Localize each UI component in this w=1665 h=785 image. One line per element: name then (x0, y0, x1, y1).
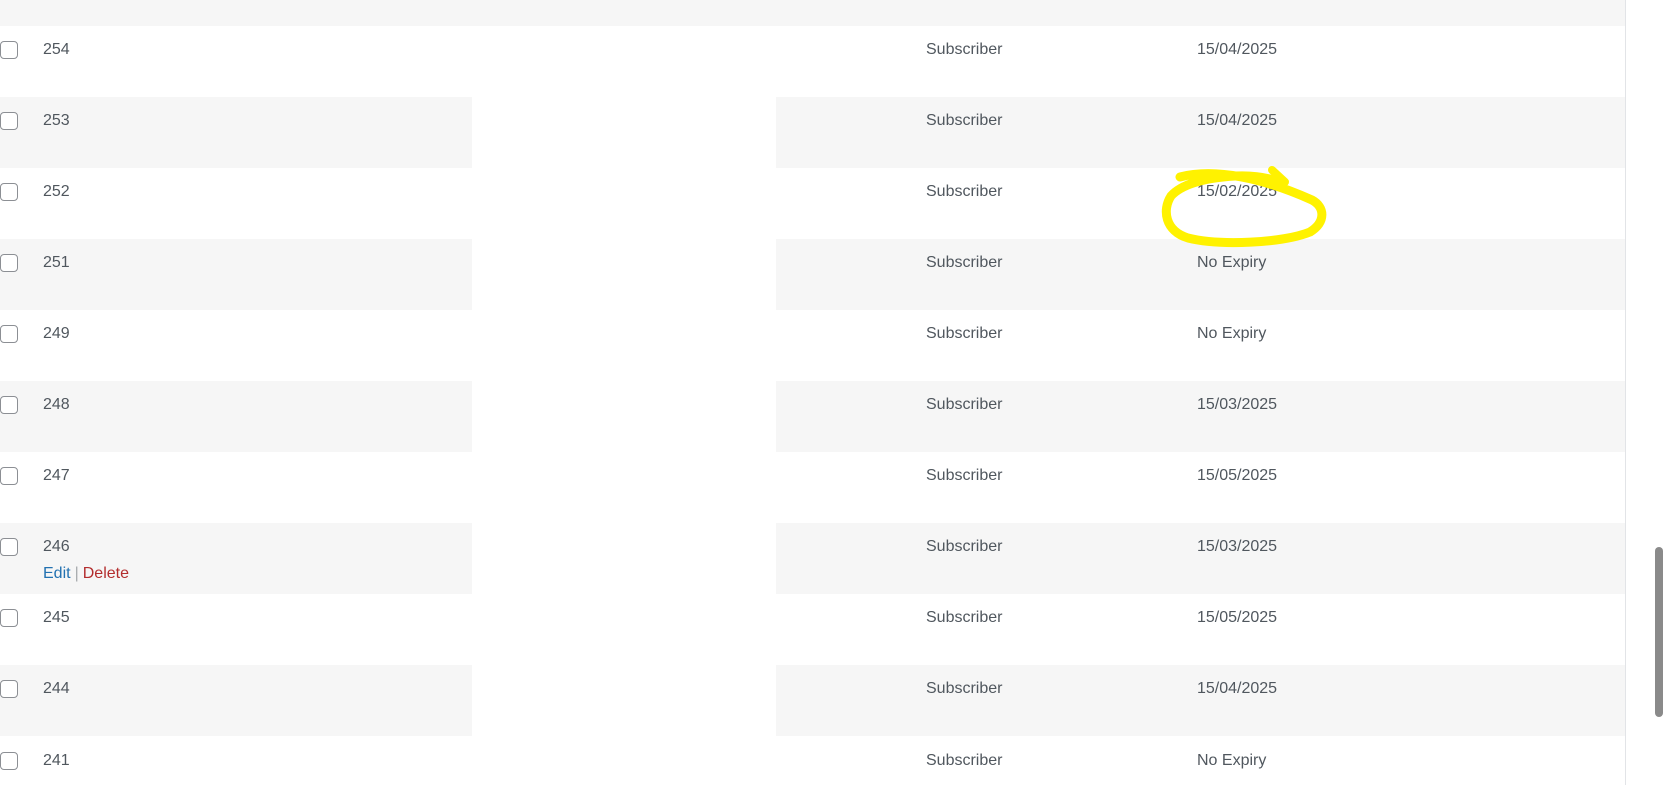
row-id: 248 (43, 396, 70, 413)
row-expiry-date: No Expiry (1197, 254, 1267, 271)
table-row: 245 Subscriber 15/05/2025 (0, 594, 1625, 665)
row-expiry-date: 15/04/2025 (1197, 41, 1278, 58)
row-stripe-right (776, 97, 1625, 168)
table-row: 253 Subscriber 15/04/2025 (0, 97, 1625, 168)
row-id: 246 (43, 538, 70, 555)
row-select-checkbox[interactable] (0, 41, 18, 59)
row-select-checkbox[interactable] (0, 467, 18, 485)
row-select-checkbox[interactable] (0, 396, 18, 414)
row-expiry-date: No Expiry (1197, 325, 1267, 342)
table-row: 254 Subscriber 15/04/2025 (0, 26, 1625, 97)
table-row: 249 Subscriber No Expiry (0, 310, 1625, 381)
row-select-checkbox[interactable] (0, 325, 18, 343)
row-id: 252 (43, 183, 70, 200)
subscriptions-table: 254 Subscriber 15/04/2025 253 Subscriber… (0, 0, 1625, 785)
row-select-checkbox[interactable] (0, 538, 18, 556)
row-select-checkbox[interactable] (0, 112, 18, 130)
row-stripe-right (776, 239, 1625, 310)
table-row-hovered: 246 Edit | Delete Subscriber 15/03/2025 (0, 523, 1625, 594)
row-expiry-date: 15/05/2025 (1197, 609, 1278, 626)
previous-row-edge (0, 0, 1625, 26)
row-actions: Edit | Delete (43, 564, 129, 584)
row-id: 251 (43, 254, 70, 271)
row-role: Subscriber (926, 609, 1003, 626)
table-row: 241 Subscriber No Expiry (0, 737, 1625, 785)
row-expiry-date: 15/04/2025 (1197, 680, 1278, 697)
row-role: Subscriber (926, 183, 1003, 200)
row-select-checkbox[interactable] (0, 183, 18, 201)
row-select-checkbox[interactable] (0, 680, 18, 698)
row-expiry-date: 15/03/2025 (1197, 396, 1278, 413)
row-stripe-left (0, 381, 472, 452)
row-stripe-right (776, 523, 1625, 594)
scrollbar-thumb[interactable] (1655, 547, 1663, 717)
row-role: Subscriber (926, 325, 1003, 342)
row-role: Subscriber (926, 112, 1003, 129)
row-expiry-date: 15/02/2025 (1197, 183, 1278, 200)
row-expiry-date: No Expiry (1197, 752, 1267, 769)
row-role: Subscriber (926, 41, 1003, 58)
row-role: Subscriber (926, 467, 1003, 484)
row-stripe-left (0, 97, 472, 168)
row-role: Subscriber (926, 752, 1003, 769)
row-role: Subscriber (926, 396, 1003, 413)
row-expiry-date: 15/03/2025 (1197, 538, 1278, 555)
edit-link[interactable]: Edit (43, 565, 71, 582)
row-role: Subscriber (926, 680, 1003, 697)
row-actions-separator: | (74, 565, 79, 582)
table-row: 247 Subscriber 15/05/2025 (0, 452, 1625, 523)
row-id: 254 (43, 41, 70, 58)
row-expiry-date: 15/04/2025 (1197, 112, 1278, 129)
row-id: 253 (43, 112, 70, 129)
row-stripe-left (0, 239, 472, 310)
row-id: 245 (43, 609, 70, 626)
delete-link[interactable]: Delete (83, 565, 129, 582)
row-role: Subscriber (926, 254, 1003, 271)
row-stripe-right (776, 665, 1625, 736)
row-id: 247 (43, 467, 70, 484)
table-row: 244 Subscriber 15/04/2025 (0, 665, 1625, 736)
row-stripe-right (776, 381, 1625, 452)
row-expiry-date: 15/05/2025 (1197, 467, 1278, 484)
table-row: 252 Subscriber 15/02/2025 (0, 168, 1625, 239)
table-row: 248 Subscriber 15/03/2025 (0, 381, 1625, 452)
row-id: 249 (43, 325, 70, 342)
row-select-checkbox[interactable] (0, 752, 18, 770)
row-stripe-left (0, 665, 472, 736)
row-id: 244 (43, 680, 70, 697)
row-role: Subscriber (926, 538, 1003, 555)
row-select-checkbox[interactable] (0, 254, 18, 272)
row-select-checkbox[interactable] (0, 609, 18, 627)
row-id: 241 (43, 752, 70, 769)
table-row: 251 Subscriber No Expiry (0, 239, 1625, 310)
